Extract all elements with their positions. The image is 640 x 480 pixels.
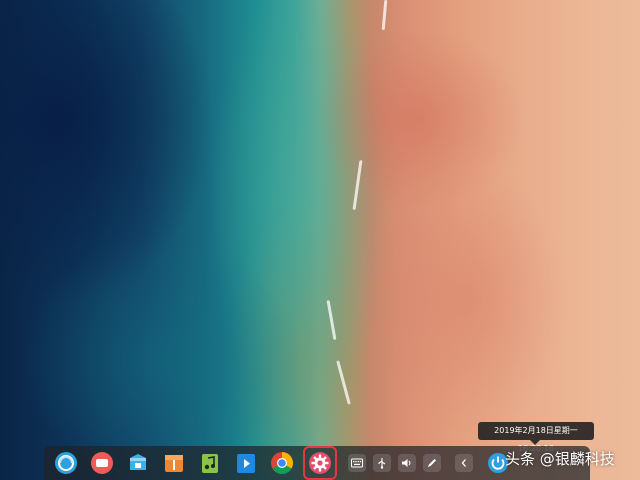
wave-foam bbox=[381, 0, 388, 31]
dock-app-music[interactable] bbox=[196, 449, 224, 477]
tray-collapse[interactable] bbox=[455, 454, 473, 472]
dock-app-chrome[interactable] bbox=[268, 449, 296, 477]
tray-keyboard[interactable] bbox=[348, 454, 366, 472]
music-icon bbox=[202, 454, 218, 473]
pen-icon bbox=[428, 459, 436, 467]
desktop-wallpaper bbox=[0, 0, 640, 480]
dock-app-settings[interactable] bbox=[303, 446, 337, 480]
archive-icon bbox=[165, 455, 183, 472]
datetime-tooltip: 2019年2月18日星期一 16:20:16 bbox=[478, 422, 594, 453]
app-store-icon bbox=[130, 454, 146, 470]
dock-app-archive[interactable] bbox=[160, 449, 188, 477]
deepin-launcher-icon bbox=[55, 452, 77, 474]
volume-icon bbox=[402, 459, 411, 467]
dock-app-launcher[interactable] bbox=[52, 449, 80, 477]
usb-icon bbox=[378, 458, 386, 469]
screen-recorder-icon bbox=[91, 452, 113, 474]
tray-usb[interactable] bbox=[373, 454, 391, 472]
chrome-icon bbox=[271, 452, 293, 474]
gear-icon bbox=[309, 452, 331, 474]
dock-app-screen-recorder[interactable] bbox=[88, 449, 116, 477]
wave-foam bbox=[352, 160, 363, 210]
dock-app-store[interactable] bbox=[124, 449, 152, 477]
video-player-icon bbox=[237, 454, 255, 473]
dock-app-video[interactable] bbox=[232, 449, 260, 477]
tray-volume[interactable] bbox=[398, 454, 416, 472]
wave-foam bbox=[326, 300, 337, 340]
keyboard-icon bbox=[351, 458, 363, 468]
watermark: 头条 @银麟科技 bbox=[505, 450, 615, 468]
wave-foam bbox=[336, 360, 351, 405]
tray-pen[interactable] bbox=[423, 454, 441, 472]
chevron-left-icon bbox=[461, 459, 466, 467]
